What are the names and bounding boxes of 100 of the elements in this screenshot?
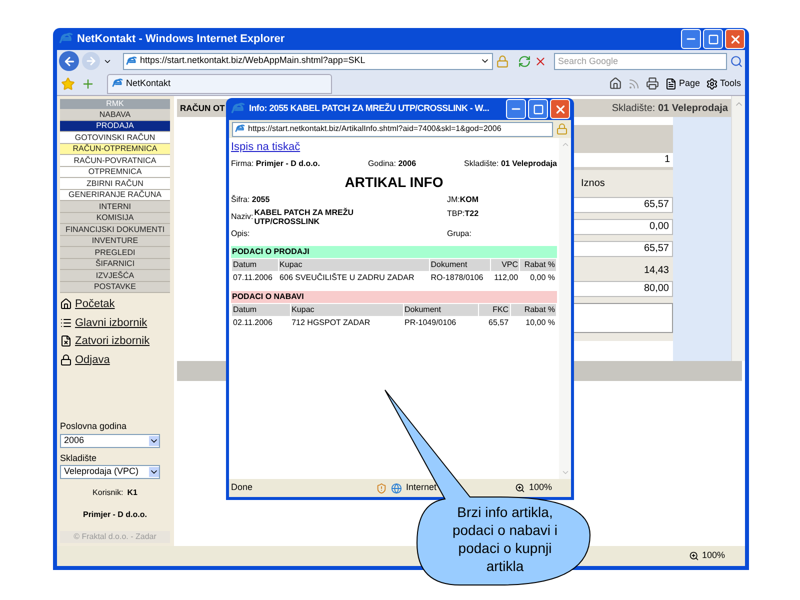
amount-field[interactable]: 0,00 <box>573 219 673 235</box>
sidebar-link[interactable]: Glavni izbornik <box>75 314 148 331</box>
column-header: Datum <box>232 304 290 316</box>
info-text: TBP:T22 <box>447 208 480 220</box>
print-link[interactable]: Ispis na tiskač <box>231 139 300 156</box>
field-label: Opis: <box>231 228 251 240</box>
maximize-button[interactable] <box>703 29 723 49</box>
sidebar-item[interactable]: INVENTURE <box>60 236 170 247</box>
sidebar-item[interactable]: ŠIFARNICI <box>60 258 170 270</box>
document-icon <box>60 335 72 348</box>
table-cell-text: 0,00 % <box>529 272 556 284</box>
zoom-icon <box>688 551 699 561</box>
sidebar-item[interactable]: PRODAJA <box>60 120 170 132</box>
column-header: Dokument <box>404 304 478 316</box>
globe-icon <box>391 482 402 494</box>
refresh-button[interactable] <box>518 54 531 68</box>
amount-field[interactable]: 80,00 <box>573 281 673 297</box>
warehouse-select[interactable]: Veleprodaja (VPC) <box>60 465 160 479</box>
year-select[interactable]: 2006 <box>60 434 160 448</box>
field-label: Naziv: <box>231 210 254 222</box>
callout-text: Brzi info artikla, podaci o nabavi i podaci o kupnji artikla <box>451 503 559 575</box>
padlock-icon <box>496 54 509 68</box>
sidebar-link[interactable]: Početak <box>75 296 115 312</box>
table-cell-text: 10,00 % <box>524 316 556 328</box>
vertical-scrollbar[interactable] <box>731 96 745 361</box>
sidebar-item[interactable]: INTERNI <box>60 201 170 212</box>
zoom-icon <box>515 483 525 493</box>
browser-logo-icon <box>235 124 245 134</box>
address-field[interactable]: https://start.netkontakt.biz/WebAppMain.shtml?app=SKL <box>123 52 493 70</box>
minimize-button[interactable] <box>681 29 701 49</box>
sidebar-link[interactable]: Odjava <box>75 352 110 368</box>
sidebar-header: RMK <box>60 99 170 109</box>
window-title: NetKontakt - Windows Internet Explorer <box>77 32 286 47</box>
back-arrow-icon <box>62 54 76 68</box>
popup-title: Info: 2055 KABEL PATCH ZA MREŽU UTP/CROSSLINK - W... <box>249 102 490 116</box>
warehouse-info: Skladište: 01 Veleprodaja <box>612 102 728 116</box>
info-text: Firma: Primjer - D d.o.o. <box>231 158 320 170</box>
zone-text: Internet <box>406 481 438 494</box>
close-button[interactable] <box>725 29 745 49</box>
zoom-level: 100% <box>529 481 554 494</box>
home-icon[interactable] <box>608 77 622 90</box>
sidebar-item[interactable]: PREGLEDI <box>60 247 170 258</box>
padlock-icon <box>60 354 72 366</box>
company-name: Primjer - D d.o.o. <box>82 509 148 521</box>
sidebar-item[interactable]: GOTOVINSKI RAČUN <box>60 132 170 144</box>
section-header: PODACI O NABAVI <box>231 290 557 302</box>
table-cell-text: 606 SVEUČILIŠTE U ZADRU ZADAR <box>278 272 416 284</box>
page-title: RAČUN OT <box>180 102 225 114</box>
column-header: FKC <box>478 304 510 316</box>
close-button[interactable] <box>550 99 570 119</box>
sidebar-item[interactable]: NABAVA <box>60 109 170 120</box>
column-header: Rabat % <box>510 304 556 316</box>
dropdown-arrow-icon <box>149 436 159 446</box>
page-menu[interactable]: Page <box>678 76 700 90</box>
minimize-button[interactable] <box>506 99 526 119</box>
sidebar-item[interactable]: RAČUN-POVRATNICA <box>60 155 170 166</box>
amount-text: 14,43 <box>642 264 670 275</box>
browser-tab[interactable]: NetKontakt <box>107 74 332 94</box>
table-cell-text: PR-1049/0106 <box>404 316 458 328</box>
tools-menu[interactable]: Tools <box>720 76 741 90</box>
sidebar-link[interactable]: Zatvori izbornik <box>75 333 150 350</box>
stop-button[interactable] <box>534 54 547 68</box>
back-button[interactable] <box>59 51 79 71</box>
browser-logo-icon <box>231 102 245 116</box>
article-heading: ARTIKAL INFO <box>344 172 444 192</box>
sidebar-item[interactable]: IZVJEŠĆA <box>60 270 170 282</box>
dropdown-arrow-icon <box>149 467 159 477</box>
column-header: Kupac <box>278 258 429 270</box>
forward-arrow-icon <box>85 55 97 67</box>
sidebar-item[interactable]: ZBIRNI RAČUN <box>60 178 170 190</box>
amount-field[interactable]: 65,57 <box>573 197 673 213</box>
browser-logo-icon <box>59 32 73 46</box>
address-field[interactable]: https://start.netkontakt.biz/ArtikalInfo.shtml?aid=7400&skl=1&god=2006 <box>232 122 553 136</box>
page-icon <box>664 78 677 90</box>
info-text: Godina: 2006 <box>368 158 416 170</box>
sidebar-item[interactable]: GENERIRANJE RAČUNA <box>60 190 170 201</box>
settings-icon <box>706 78 718 90</box>
column-header: VPC <box>490 258 520 270</box>
table-cell-text: 07.11.2006 <box>232 272 274 284</box>
sidebar-item[interactable]: KOMISIJA <box>60 212 170 224</box>
sidebar-item[interactable]: FINANCIJSKI DOKUMENTI <box>60 224 170 236</box>
sidebar-item[interactable]: POSTAVKE <box>60 282 170 293</box>
count-field[interactable]: 1 <box>573 153 673 167</box>
browser-logo-icon <box>112 78 123 89</box>
print-icon[interactable] <box>646 77 659 90</box>
maximize-button[interactable] <box>528 99 548 119</box>
info-text: Šifra: 2055 <box>231 194 271 206</box>
sidebar-item[interactable]: RAČUN-OTPREMNICA <box>60 144 170 155</box>
zoom-level: 100% <box>702 549 725 562</box>
search-icon[interactable] <box>730 54 743 68</box>
favorites-star-icon[interactable] <box>61 76 75 90</box>
amount-field[interactable]: 65,57 <box>573 241 673 257</box>
field-label: Grupa: <box>447 228 472 240</box>
feed-icon[interactable] <box>628 78 640 90</box>
column-header: Rabat % <box>520 258 556 270</box>
field-label: Skladište <box>60 452 98 464</box>
add-favorite-icon[interactable] <box>81 76 95 90</box>
column-header: Dokument <box>430 258 490 270</box>
sidebar-item[interactable]: OTPREMNICA <box>60 166 170 178</box>
close-icon <box>728 32 742 46</box>
